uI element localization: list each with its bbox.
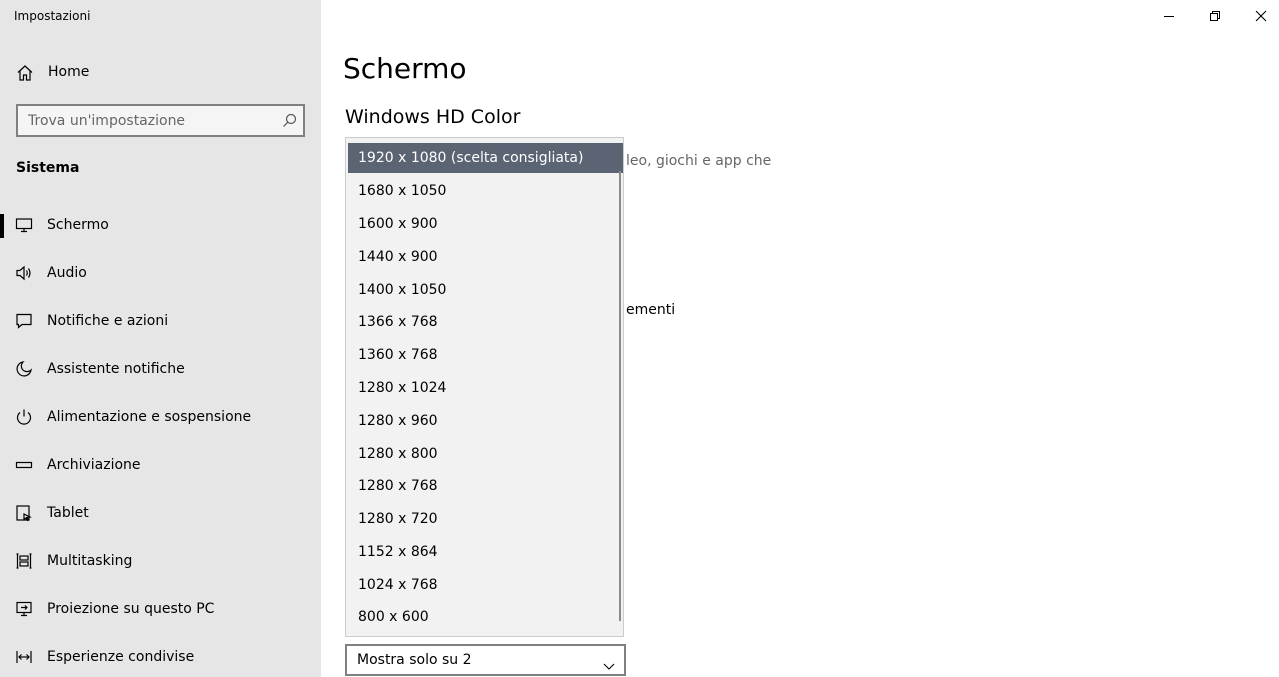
resolution-option[interactable]: 1152 x 864 bbox=[348, 537, 623, 567]
sidebar-item-label: Notifiche e azioni bbox=[47, 313, 169, 329]
resolution-option[interactable]: 1360 x 768 bbox=[348, 340, 623, 370]
sidebar-item-notifiche[interactable]: Notifiche e azioni bbox=[0, 298, 321, 346]
sidebar-item-label: Archiviazione bbox=[47, 457, 141, 473]
restore-button[interactable] bbox=[1192, 0, 1238, 32]
tablet-icon bbox=[15, 504, 33, 522]
search-icon[interactable] bbox=[282, 113, 297, 128]
resolution-option[interactable]: 1440 x 900 bbox=[348, 242, 623, 272]
sidebar-item-label: Assistente notifiche bbox=[47, 361, 185, 377]
sidebar: Impostazioni Home Sistema bbox=[0, 0, 321, 677]
search-box[interactable] bbox=[16, 104, 305, 137]
projection-icon bbox=[15, 600, 33, 618]
home-nav-item[interactable]: Home bbox=[0, 56, 321, 90]
resolution-option[interactable]: 1024 x 768 bbox=[348, 570, 623, 600]
sidebar-item-proiezione[interactable]: Proiezione su questo PC bbox=[0, 586, 321, 634]
storage-icon bbox=[15, 456, 33, 474]
resolution-option[interactable]: 1280 x 1024 bbox=[348, 373, 623, 403]
multiple-displays-select[interactable]: Mostra solo su 2 bbox=[345, 644, 626, 676]
notification-icon bbox=[15, 312, 33, 330]
sidebar-item-label: Alimentazione e sospensione bbox=[47, 409, 252, 425]
home-icon bbox=[16, 64, 34, 82]
resolution-option[interactable]: 1600 x 900 bbox=[348, 209, 623, 239]
resolution-option[interactable]: 1280 x 720 bbox=[348, 504, 623, 534]
monitor-icon bbox=[15, 216, 33, 234]
sidebar-item-label: Schermo bbox=[47, 217, 109, 233]
page-title: Schermo bbox=[343, 52, 467, 85]
select-value: Mostra solo su 2 bbox=[357, 652, 472, 668]
sidebar-item-label: Esperienze condivise bbox=[47, 649, 195, 665]
resolution-option[interactable]: 1680 x 1050 bbox=[348, 176, 623, 206]
chevron-down-icon bbox=[603, 656, 615, 675]
hd-color-description: leo, giochi e app che bbox=[626, 153, 772, 169]
sidebar-item-audio[interactable]: Audio bbox=[0, 250, 321, 298]
sidebar-item-label: Tablet bbox=[47, 505, 89, 521]
dropdown-scrollbar[interactable] bbox=[619, 171, 621, 621]
sidebar-nav: Schermo Audio Notifiche e azioni Assiste… bbox=[0, 202, 321, 677]
partial-setting-text: ementi bbox=[626, 302, 676, 318]
resolution-option[interactable]: 1280 x 768 bbox=[348, 471, 623, 501]
close-icon bbox=[1255, 10, 1267, 22]
resolution-option[interactable]: 1920 x 1080 (scelta consigliata) bbox=[348, 143, 623, 173]
sidebar-item-label: Audio bbox=[47, 265, 87, 281]
minimize-icon bbox=[1164, 16, 1174, 17]
sidebar-item-assistente-notifiche[interactable]: Assistente notifiche bbox=[0, 346, 321, 394]
resolution-option[interactable]: 1366 x 768 bbox=[348, 307, 623, 337]
minimize-button[interactable] bbox=[1146, 0, 1192, 32]
power-icon bbox=[15, 408, 33, 426]
moon-icon bbox=[15, 360, 33, 378]
resolution-option[interactable]: 800 x 600 bbox=[348, 602, 623, 632]
close-button[interactable] bbox=[1238, 0, 1279, 32]
sidebar-item-alimentazione[interactable]: Alimentazione e sospensione bbox=[0, 394, 321, 442]
sidebar-item-esperienze-condivise[interactable]: Esperienze condivise bbox=[0, 634, 321, 677]
multitasking-icon bbox=[15, 552, 33, 570]
home-label: Home bbox=[48, 64, 90, 80]
speaker-icon bbox=[15, 264, 33, 282]
resolution-option[interactable]: 1280 x 960 bbox=[348, 406, 623, 436]
sidebar-item-multitasking[interactable]: Multitasking bbox=[0, 538, 321, 586]
sidebar-item-label: Multitasking bbox=[47, 553, 133, 569]
sidebar-item-archiviazione[interactable]: Archiviazione bbox=[0, 442, 321, 490]
active-indicator bbox=[0, 214, 4, 238]
section-title: Sistema bbox=[16, 160, 80, 176]
window-title: Impostazioni bbox=[14, 9, 91, 23]
resolution-option[interactable]: 1280 x 800 bbox=[348, 439, 623, 469]
resolution-option[interactable]: 1400 x 1050 bbox=[348, 275, 623, 305]
sidebar-item-tablet[interactable]: Tablet bbox=[0, 490, 321, 538]
settings-window: Impostazioni Home Sistema bbox=[0, 0, 1279, 677]
resolution-dropdown-list[interactable]: 1920 x 1080 (scelta consigliata) 1680 x … bbox=[345, 137, 624, 637]
restore-icon bbox=[1210, 11, 1220, 21]
search-input[interactable] bbox=[18, 106, 283, 135]
sidebar-item-schermo[interactable]: Schermo bbox=[0, 202, 321, 250]
shared-experiences-icon bbox=[15, 648, 33, 666]
sidebar-item-label: Proiezione su questo PC bbox=[47, 601, 215, 617]
section-heading: Windows HD Color bbox=[345, 106, 521, 128]
